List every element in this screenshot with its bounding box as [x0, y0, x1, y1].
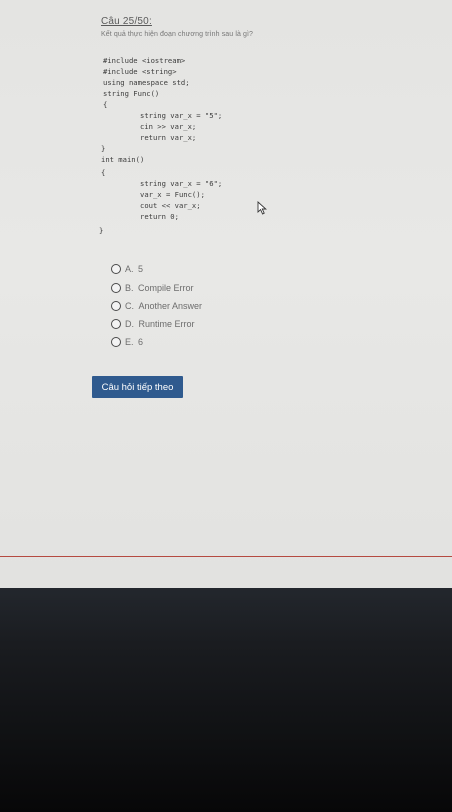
- mouse-pointer-icon: [257, 201, 267, 215]
- answer-option-a[interactable]: A. 5: [111, 262, 143, 276]
- answer-letter: A.: [125, 264, 134, 274]
- code-line: cout << var_x;: [140, 201, 201, 210]
- question-prompt: Kết quả thực hiện đoạn chương trình sau …: [101, 31, 254, 38]
- divider-line: [0, 556, 452, 557]
- answer-letter: E.: [125, 337, 134, 347]
- radio-icon[interactable]: [111, 264, 121, 274]
- code-line: string Func(): [103, 89, 160, 98]
- answer-letter: B.: [125, 283, 134, 293]
- code-line: string var_x = "5";: [140, 111, 223, 120]
- answer-option-b[interactable]: B. Compile Error: [111, 281, 193, 295]
- code-line: {: [101, 168, 106, 177]
- code-line: #include <iostream>: [103, 56, 186, 65]
- answer-text: 5: [137, 264, 143, 274]
- code-line: int main(): [101, 155, 145, 164]
- code-line: using namespace std;: [103, 78, 190, 87]
- quiz-screen: Câu 25/50: Kết quả thực hiện đoạn chương…: [0, 0, 452, 590]
- code-line: }: [101, 144, 106, 153]
- radio-icon[interactable]: [111, 337, 121, 347]
- radio-icon[interactable]: [111, 301, 121, 311]
- code-line: #include <string>: [103, 67, 177, 76]
- answer-text: Another Answer: [138, 301, 202, 311]
- next-question-button[interactable]: Câu hỏi tiếp theo: [92, 376, 183, 398]
- answer-letter: D.: [125, 319, 134, 329]
- code-line: return var_x;: [140, 133, 197, 142]
- monitor-bezel: [0, 588, 452, 812]
- answer-text: 6: [137, 337, 143, 347]
- answer-option-d[interactable]: D. Runtime Error: [111, 317, 194, 331]
- answer-text: Runtime Error: [138, 319, 195, 329]
- answer-text: Compile Error: [137, 283, 194, 293]
- code-line: }: [99, 226, 104, 235]
- code-line: string var_x = "6";: [140, 179, 223, 188]
- answer-letter: C.: [125, 301, 134, 311]
- answer-option-e[interactable]: E. 6: [111, 335, 143, 349]
- code-line: var_x = Func();: [140, 190, 205, 199]
- radio-icon[interactable]: [111, 319, 121, 329]
- question-number: Câu 25/50:: [101, 16, 152, 27]
- code-line: return 0;: [140, 212, 179, 221]
- code-block: #include <iostream> #include <string> us…: [0, 0, 222, 235]
- code-line: cin >> var_x;: [140, 122, 197, 131]
- code-line: {: [103, 100, 108, 109]
- radio-icon[interactable]: [111, 283, 121, 293]
- answer-option-c[interactable]: C. Another Answer: [111, 299, 202, 313]
